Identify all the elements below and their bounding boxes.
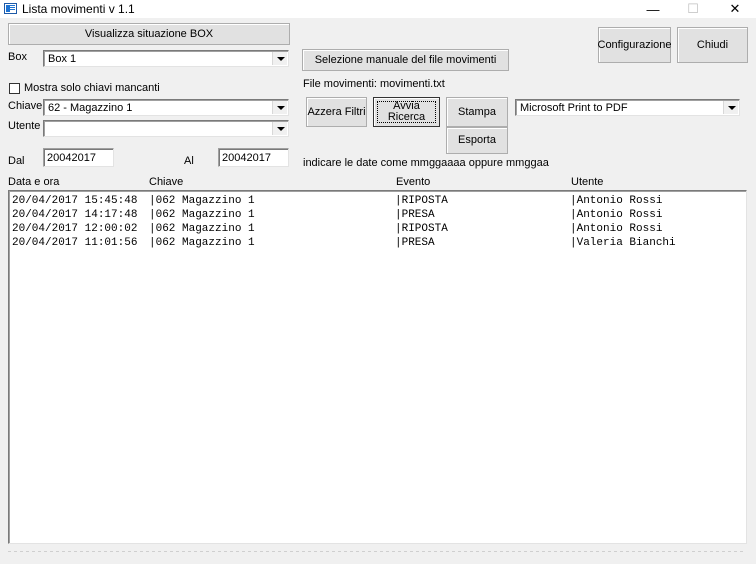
chiudi-button[interactable]: Chiudi xyxy=(677,27,748,63)
cell-data: 20/04/2017 14:17:48 xyxy=(12,209,138,221)
al-date-value: 20042017 xyxy=(222,152,271,164)
cell-utente: |Antonio Rossi xyxy=(570,209,663,221)
cell-utente: |Antonio Rossi xyxy=(570,223,663,235)
movimenti-list[interactable]: 20/04/2017 15:45:48 |062 Magazzino 1 |RI… xyxy=(8,190,747,544)
configurazione-button[interactable]: Configurazione xyxy=(597,27,672,63)
cell-evento: |PRESA xyxy=(395,237,435,249)
box-select[interactable]: Box 1 xyxy=(43,50,289,67)
dal-date-input[interactable]: 20042017 xyxy=(43,148,114,167)
chevron-down-icon xyxy=(272,52,287,65)
cell-evento: |PRESA xyxy=(395,209,435,221)
chiave-label: Chiave xyxy=(8,100,43,112)
mostra-chiavi-mancanti-label: Mostra solo chiavi mancanti xyxy=(24,82,160,94)
dal-date-value: 20042017 xyxy=(47,152,96,164)
chevron-down-icon xyxy=(272,122,287,135)
printer-select-value: Microsoft Print to PDF xyxy=(520,102,628,114)
cell-chiave: |062 Magazzino 1 xyxy=(149,223,255,235)
stampa-label: Stampa xyxy=(458,105,496,118)
cell-chiave: |062 Magazzino 1 xyxy=(149,237,255,249)
azzera-filtri-button[interactable]: Azzera Filtri xyxy=(306,97,367,127)
app-icon xyxy=(4,3,17,14)
visualizza-situazione-box-label: Visualizza situazione BOX xyxy=(84,27,214,40)
list-item[interactable]: 20/04/2017 15:45:48 |062 Magazzino 1 |RI… xyxy=(12,194,662,208)
avvia-ricerca-label-line1: Avvia xyxy=(393,100,420,112)
chiave-select-value: 62 - Magazzino 1 xyxy=(48,102,133,114)
cell-data: 20/04/2017 12:00:02 xyxy=(12,223,138,235)
cell-chiave: |062 Magazzino 1 xyxy=(149,195,255,207)
status-bar xyxy=(0,548,756,564)
title-bar: Lista movimenti v 1.1 — ☐ ✕ xyxy=(0,0,756,18)
cell-data: 20/04/2017 15:45:48 xyxy=(12,195,138,207)
printer-select[interactable]: Microsoft Print to PDF xyxy=(515,99,740,116)
utente-label: Utente xyxy=(8,120,41,132)
minimize-button[interactable]: — xyxy=(634,0,672,18)
cell-utente: |Antonio Rossi xyxy=(570,195,663,207)
configurazione-label: Configurazione xyxy=(597,38,672,51)
chevron-down-icon xyxy=(723,101,738,114)
cell-evento: |RIPOSTA xyxy=(395,223,448,235)
window-title: Lista movimenti v 1.1 xyxy=(22,2,135,16)
visualizza-situazione-box-button[interactable]: Visualizza situazione BOX xyxy=(8,23,290,45)
cell-utente: |Valeria Bianchi xyxy=(570,237,676,249)
list-item[interactable]: 20/04/2017 11:01:56 |062 Magazzino 1 |PR… xyxy=(12,236,676,250)
cell-chiave: |062 Magazzino 1 xyxy=(149,209,255,221)
al-label: Al xyxy=(184,155,194,167)
list-item[interactable]: 20/04/2017 12:00:02 |062 Magazzino 1 |RI… xyxy=(12,222,662,236)
utente-select[interactable] xyxy=(43,120,289,137)
column-header-evento[interactable]: Evento xyxy=(396,176,430,188)
date-format-hint: indicare le date come mmggaaaa oppure mm… xyxy=(303,157,549,169)
chevron-down-icon xyxy=(272,101,287,114)
box-label: Box xyxy=(8,51,27,63)
al-date-input[interactable]: 20042017 xyxy=(218,148,289,167)
maximize-button: ☐ xyxy=(687,1,699,16)
cell-evento: |RIPOSTA xyxy=(395,195,448,207)
selezione-file-movimenti-button[interactable]: Selezione manuale del file movimenti xyxy=(302,49,509,71)
stampa-button[interactable]: Stampa xyxy=(446,97,508,127)
column-header-utente[interactable]: Utente xyxy=(571,176,603,188)
close-button[interactable]: ✕ xyxy=(716,0,754,18)
avvia-ricerca-label-line2: Ricerca xyxy=(387,111,426,123)
azzera-filtri-label: Azzera Filtri xyxy=(307,105,366,118)
avvia-ricerca-button[interactable]: Avvia Ricerca xyxy=(373,97,440,127)
chiave-select[interactable]: 62 - Magazzino 1 xyxy=(43,99,289,116)
box-select-value: Box 1 xyxy=(48,53,77,65)
chiudi-label: Chiudi xyxy=(696,38,729,51)
column-header-data-ora[interactable]: Data e ora xyxy=(8,176,59,188)
esporta-label: Esporta xyxy=(458,134,496,146)
dal-label: Dal xyxy=(8,155,25,167)
column-header-chiave[interactable]: Chiave xyxy=(149,176,183,188)
mostra-chiavi-mancanti-checkbox[interactable] xyxy=(9,83,20,94)
list-item[interactable]: 20/04/2017 14:17:48 |062 Magazzino 1 |PR… xyxy=(12,208,662,222)
file-movimenti-info: File movimenti: movimenti.txt xyxy=(303,78,445,90)
selezione-file-movimenti-label: Selezione manuale del file movimenti xyxy=(314,53,497,66)
esporta-button[interactable]: Esporta xyxy=(446,127,508,154)
cell-data: 20/04/2017 11:01:56 xyxy=(12,237,138,249)
